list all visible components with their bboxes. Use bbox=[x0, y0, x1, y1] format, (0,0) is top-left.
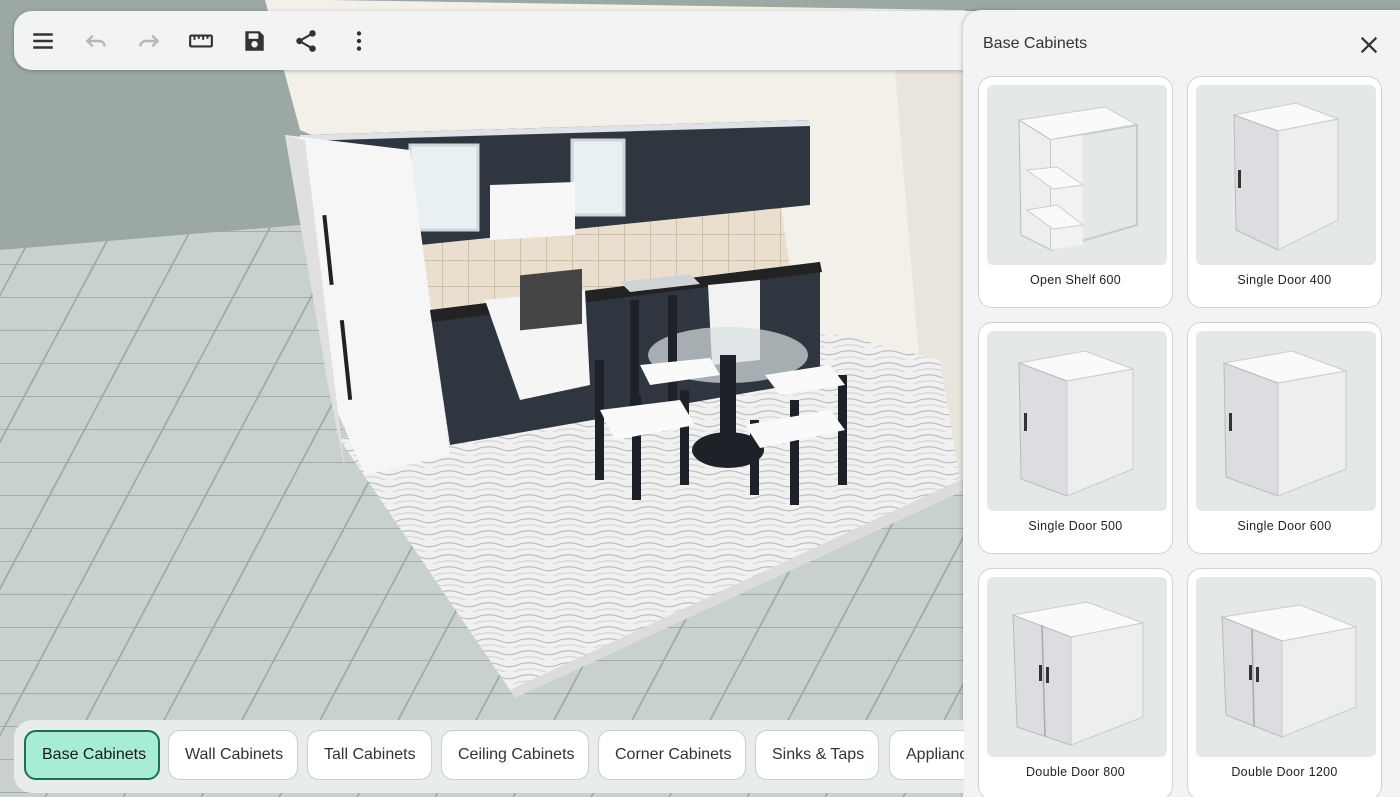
cabinet-thumbnail bbox=[1196, 331, 1376, 511]
item-label: Open Shelf 600 bbox=[1029, 273, 1122, 287]
save-icon bbox=[245, 31, 264, 51]
measure-button[interactable] bbox=[184, 24, 218, 58]
item-label: Single Door 400 bbox=[1237, 273, 1332, 287]
more-vertical-icon bbox=[356, 31, 362, 51]
catalog-item-single-door-400[interactable]: Single Door 400 bbox=[1187, 76, 1382, 308]
save-button[interactable] bbox=[237, 24, 271, 58]
catalog-item-double-door-1200[interactable]: Double Door 1200 bbox=[1187, 568, 1382, 797]
category-chip-ceiling-cabinets[interactable]: Ceiling Cabinets bbox=[441, 730, 589, 780]
category-chip-tall-cabinets[interactable]: Tall Cabinets bbox=[307, 730, 432, 780]
undo-button[interactable] bbox=[79, 24, 113, 58]
catalog-item-open-shelf-600[interactable]: Open Shelf 600 bbox=[978, 76, 1173, 308]
more-button[interactable] bbox=[342, 24, 376, 58]
top-toolbar bbox=[14, 11, 1024, 70]
category-bar: Base Cabinets Wall Cabinets Tall Cabinet… bbox=[14, 720, 964, 793]
close-icon bbox=[1360, 36, 1378, 54]
close-button[interactable] bbox=[1358, 34, 1380, 56]
share-button[interactable] bbox=[289, 24, 323, 58]
cabinet-thumbnail bbox=[1196, 85, 1376, 265]
cabinet-thumbnail bbox=[1196, 577, 1376, 757]
category-chip-appliances[interactable]: Appliances bbox=[889, 730, 964, 780]
ruler-icon bbox=[189, 34, 213, 48]
category-chip-wall-cabinets[interactable]: Wall Cabinets bbox=[168, 730, 298, 780]
redo-icon bbox=[139, 34, 160, 48]
catalog-item-single-door-600[interactable]: Single Door 600 bbox=[1187, 322, 1382, 554]
catalog-item-double-door-800[interactable]: Double Door 800 bbox=[978, 568, 1173, 797]
category-chip-sinks-taps[interactable]: Sinks & Taps bbox=[755, 730, 879, 780]
panel-title: Base Cabinets bbox=[983, 35, 1088, 52]
share-icon bbox=[296, 30, 316, 52]
cabinet-thumbnail bbox=[987, 331, 1167, 511]
category-chip-base-cabinets[interactable]: Base Cabinets bbox=[24, 730, 160, 780]
category-chip-corner-cabinets[interactable]: Corner Cabinets bbox=[598, 730, 746, 780]
item-label: Single Door 500 bbox=[1028, 519, 1123, 533]
cabinet-thumbnail bbox=[987, 85, 1167, 265]
menu-button[interactable] bbox=[26, 24, 60, 58]
cabinet-catalog-panel: Base Cabinets Open Shelf 600 Single Door… bbox=[963, 10, 1400, 797]
item-label: Double Door 800 bbox=[1025, 765, 1125, 779]
item-label: Double Door 1200 bbox=[1231, 765, 1338, 779]
catalog-item-single-door-500[interactable]: Single Door 500 bbox=[978, 322, 1173, 554]
redo-button[interactable] bbox=[132, 24, 166, 58]
item-label: Single Door 600 bbox=[1237, 519, 1332, 533]
menu-icon bbox=[33, 33, 53, 49]
cabinet-thumbnail bbox=[987, 577, 1167, 757]
undo-icon bbox=[85, 34, 106, 48]
